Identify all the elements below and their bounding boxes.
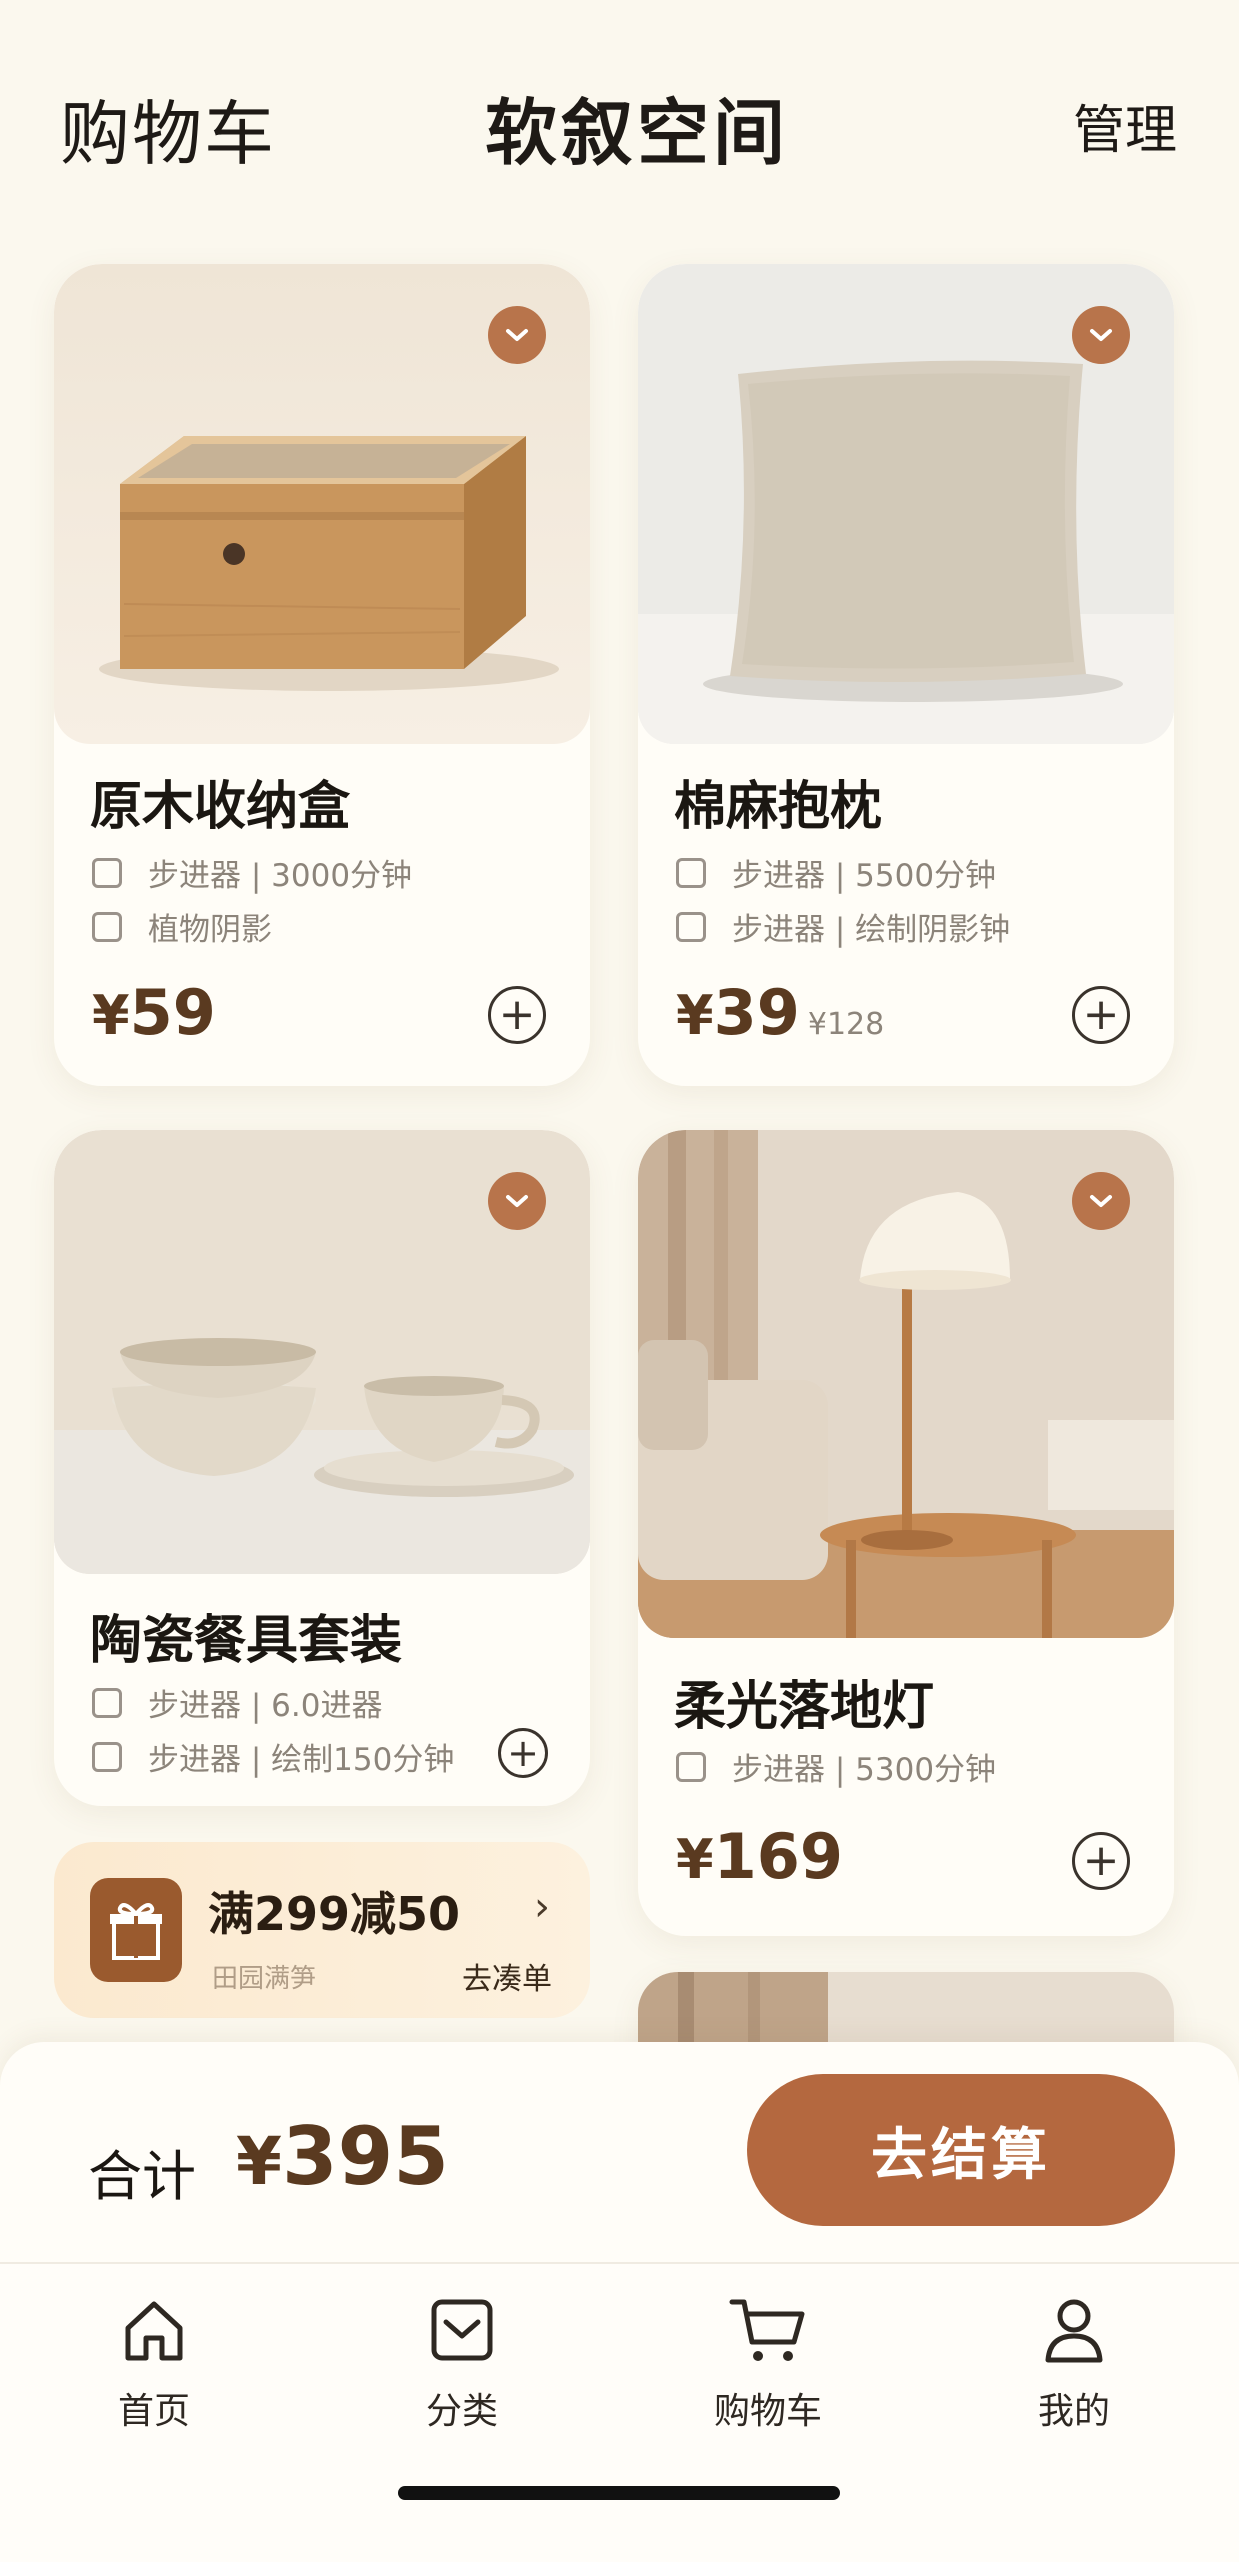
tab-label: 购物车 [713, 2391, 822, 2432]
add-icon[interactable]: + [1072, 986, 1130, 1044]
home-icon [118, 2294, 190, 2370]
product-card-ceramic-set[interactable]: 陶瓷餐具套装 步进器 | 6.0进器 步进器 | 绘制150分钟 + [54, 1130, 590, 1806]
total-price: ¥395 [236, 2110, 449, 2203]
product-card-wooden-box[interactable]: 原木收纳盒 步进器 | 3000分钟 植物阴影 ¥59 + [54, 264, 590, 1086]
cart-icon [728, 2294, 808, 2370]
product-option[interactable]: 步进器 | 6.0进器 [92, 1680, 382, 1725]
total-label: 合计 [88, 2145, 196, 2208]
promo-action[interactable]: 去凑单 [462, 1954, 552, 1998]
select-chevron-icon[interactable] [1072, 1172, 1130, 1230]
checkbox[interactable] [92, 857, 122, 888]
chevron-right-icon[interactable]: › [534, 1884, 550, 1930]
page-label: 购物车 [60, 93, 276, 175]
select-chevron-icon[interactable] [1072, 306, 1130, 364]
gift-icon [90, 1878, 182, 1982]
option-label: 步进器 | 5500分钟 [732, 858, 997, 894]
profile-icon [1038, 2294, 1110, 2370]
product-title: 棉麻抱枕 [674, 777, 883, 837]
promo-subtitle: 田园满笋 [212, 1964, 317, 1994]
option-label: 植物阴影 [148, 912, 272, 948]
product-option[interactable]: 步进器 | 5500分钟 [676, 850, 996, 895]
store-title: 软叙空间 [485, 91, 790, 175]
product-option[interactable]: 步进器 | 5300分钟 [676, 1744, 996, 1789]
checkbox[interactable] [92, 911, 122, 942]
product-title: 原木收纳盒 [90, 777, 351, 837]
product-card-pillow[interactable]: 棉麻抱枕 步进器 | 5500分钟 步进器 | 绘制阴影钟 ¥39 ¥128 + [638, 264, 1174, 1086]
tab-category[interactable]: 分类 [362, 2294, 562, 2434]
add-icon[interactable]: + [498, 1728, 548, 1778]
checkbox[interactable] [676, 857, 706, 888]
checkbox[interactable] [676, 1751, 706, 1782]
product-price: ¥39 ¥128 [676, 976, 885, 1049]
tab-home[interactable]: 首页 [54, 2294, 254, 2434]
product-option[interactable]: 步进器 | 3000分钟 [92, 850, 412, 895]
product-card-floor-lamp[interactable]: 柔光落地灯 步进器 | 5300分钟 ¥169 + [638, 1130, 1174, 1936]
header: 购物车 软叙空间 管理 [0, 0, 1239, 230]
option-label: 步进器 | 绘制阴影钟 [732, 912, 1011, 948]
category-icon [426, 2294, 498, 2370]
option-label: 步进器 | 绘制150分钟 [148, 1742, 455, 1778]
checkout-bar: 合计 ¥395 去结算 [0, 2042, 1239, 2262]
tab-label: 分类 [425, 2391, 498, 2432]
product-price: ¥59 [92, 976, 216, 1049]
product-option[interactable]: 植物阴影 [92, 904, 272, 949]
select-chevron-icon[interactable] [488, 306, 546, 364]
option-label: 步进器 | 6.0进器 [148, 1688, 383, 1724]
option-label: 步进器 | 3000分钟 [148, 858, 413, 894]
original-price: ¥128 [807, 1007, 885, 1042]
manage-button[interactable]: 管理 [1073, 88, 1177, 163]
tab-label: 我的 [1037, 2391, 1110, 2432]
tab-bar: 首页 分类 购物车 我的 [0, 2262, 1239, 2562]
tab-cart[interactable]: 购物车 [668, 2294, 868, 2434]
product-title: 柔光落地灯 [674, 1677, 935, 1737]
home-indicator [398, 2486, 840, 2500]
checkbox[interactable] [92, 1741, 122, 1772]
product-title: 陶瓷餐具套装 [90, 1611, 403, 1671]
tab-profile[interactable]: 我的 [974, 2294, 1174, 2434]
select-chevron-icon[interactable] [488, 1172, 546, 1230]
checkout-button[interactable]: 去结算 [747, 2074, 1175, 2226]
promo-title: 满299减50 [208, 1887, 461, 1941]
option-label: 步进器 | 5300分钟 [732, 1752, 997, 1788]
product-option[interactable]: 步进器 | 绘制阴影钟 [676, 904, 1010, 949]
add-icon[interactable]: + [1072, 1832, 1130, 1890]
tab-label: 首页 [117, 2391, 190, 2432]
product-price: ¥169 [676, 1820, 843, 1893]
checkbox[interactable] [92, 1687, 122, 1718]
promo-banner[interactable]: 满299减50 田园满笋 › 去凑单 [54, 1842, 590, 2018]
add-icon[interactable]: + [488, 986, 546, 1044]
checkbox[interactable] [676, 911, 706, 942]
product-option[interactable]: 步进器 | 绘制150分钟 [92, 1734, 454, 1779]
